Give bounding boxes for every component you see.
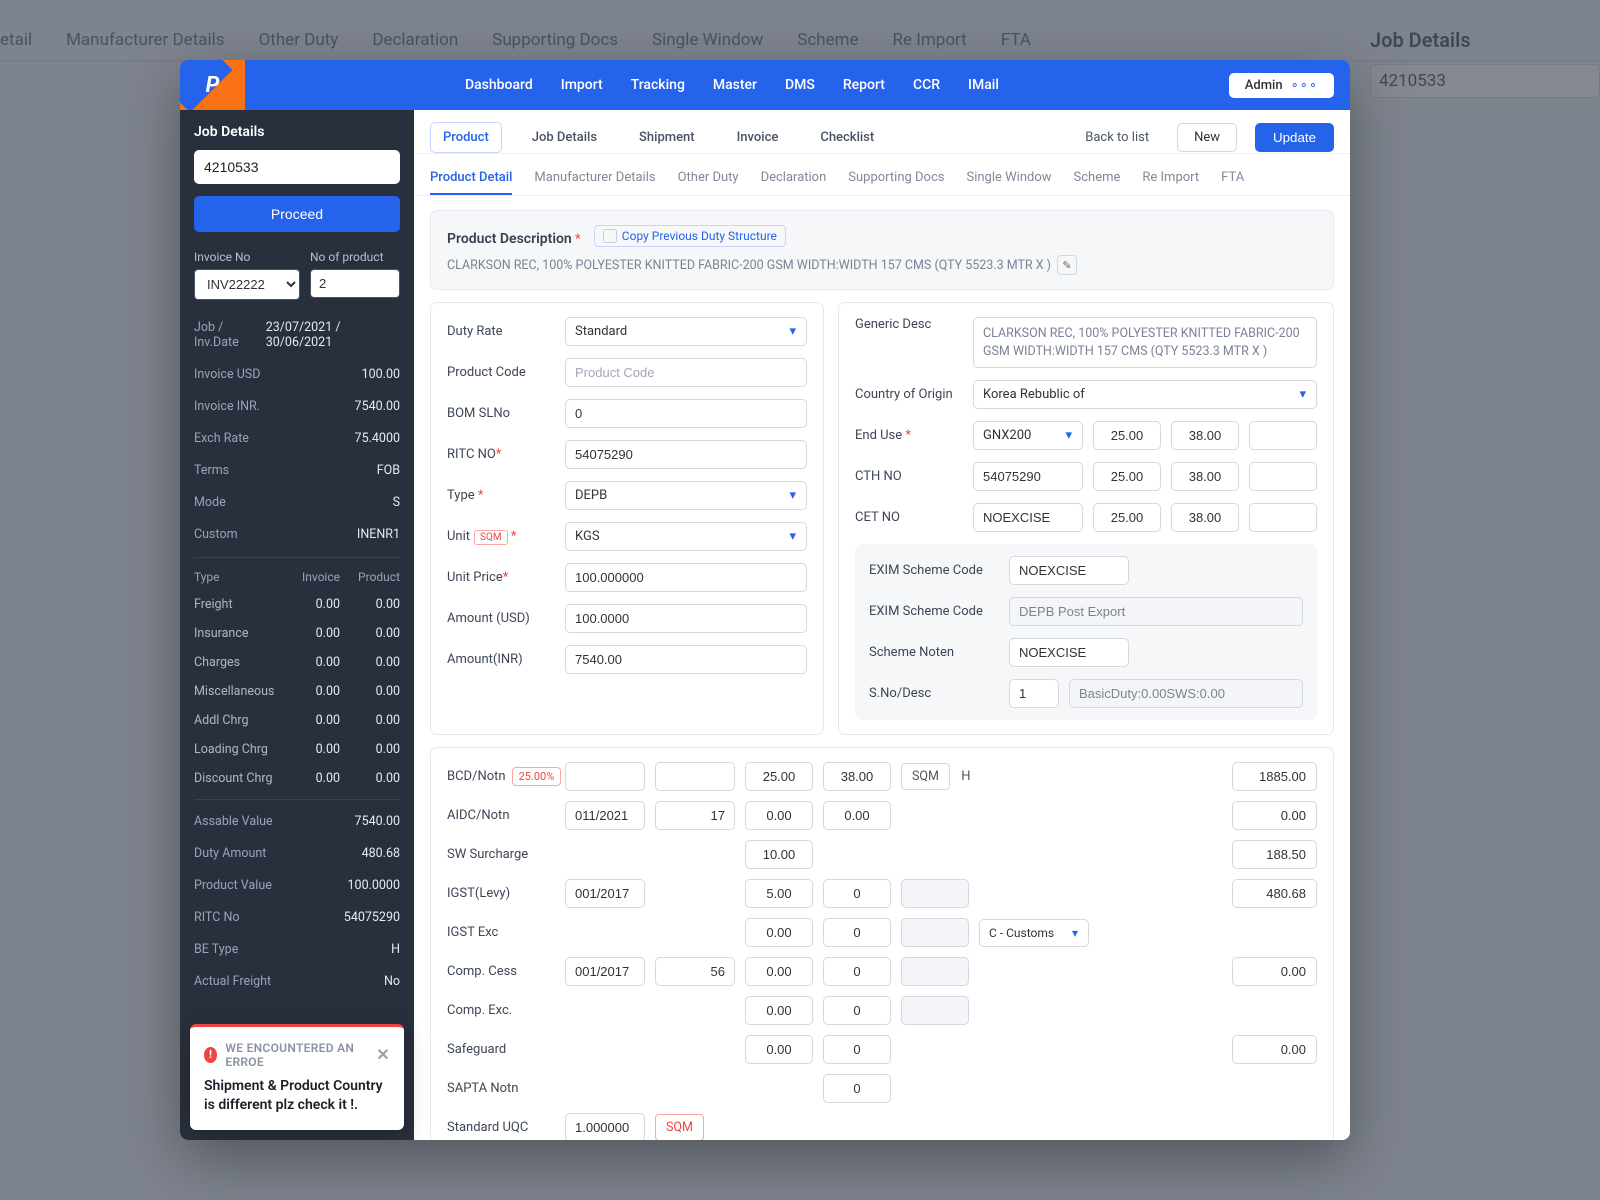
right-form-card: Generic DescCLARKSON REC, 100% POLYESTER…: [838, 302, 1334, 735]
subtab-product-detail[interactable]: Product Detail: [430, 162, 512, 195]
invoice-no-label: Invoice No: [194, 250, 300, 264]
no-product-input[interactable]: [310, 269, 400, 298]
exim-code-2: [1009, 597, 1303, 626]
duty-grid-card: BCD/Notn25.00%SQMHAIDC/NotnSW SurchargeI…: [430, 747, 1334, 1140]
invoice-no-select[interactable]: INV22222: [194, 269, 300, 300]
tab-invoice[interactable]: Invoice: [725, 123, 791, 152]
subtab-other-duty[interactable]: Other Duty: [678, 162, 739, 195]
nav-imail[interactable]: IMail: [968, 77, 999, 93]
toast-close-icon[interactable]: ✕: [376, 1045, 390, 1064]
no-product-label: No of product: [310, 250, 400, 264]
unit-select[interactable]: KGS: [565, 522, 807, 551]
nav-tracking[interactable]: Tracking: [631, 77, 685, 93]
nav-dms[interactable]: DMS: [785, 77, 815, 93]
subtab-re-import[interactable]: Re Import: [1142, 162, 1199, 195]
toast-message: Shipment & Product Country is different …: [204, 1077, 390, 1116]
country-origin-select[interactable]: Korea Rebublic of: [973, 380, 1317, 409]
duty-1-a[interactable]: [565, 801, 645, 830]
main-panel: Product Job Details Shipment Invoice Che…: [414, 110, 1350, 1140]
new-button[interactable]: New: [1177, 123, 1237, 152]
duty-5-a[interactable]: [565, 957, 645, 986]
nav-master[interactable]: Master: [713, 77, 757, 93]
end-use-v2[interactable]: [1171, 421, 1239, 450]
proceed-button[interactable]: Proceed: [194, 196, 400, 232]
duty-0-a[interactable]: [565, 762, 645, 791]
product-description-card: Product Description * Copy Previous Duty…: [430, 210, 1334, 290]
duty-3-total[interactable]: [1232, 879, 1317, 908]
subtab-single-window[interactable]: Single Window: [966, 162, 1051, 195]
edit-description-icon[interactable]: ✎: [1057, 255, 1077, 275]
nav-ccr[interactable]: CCR: [913, 77, 940, 93]
toast-header: WE ENCOUNTERED AN ERROE: [225, 1041, 368, 1069]
end-use-select[interactable]: GNX200: [973, 421, 1083, 450]
end-use-v1[interactable]: [1093, 421, 1161, 450]
duty-rate-select[interactable]: Standard: [565, 317, 807, 346]
generic-desc-textarea[interactable]: CLARKSON REC, 100% POLYESTER KNITTED FAB…: [973, 317, 1317, 368]
tab-product[interactable]: Product: [430, 122, 502, 153]
duty-2-total[interactable]: [1232, 840, 1317, 869]
duty-9-a[interactable]: [565, 1113, 645, 1140]
subtab-fta[interactable]: FTA: [1221, 162, 1244, 195]
nav-import[interactable]: Import: [561, 77, 603, 93]
bom-slno-input[interactable]: [565, 399, 807, 428]
amount-inr-input[interactable]: [565, 645, 807, 674]
job-modal: P Dashboard Import Tracking Master DMS R…: [180, 60, 1350, 1140]
product-description-label: Product Description: [447, 231, 572, 247]
duty-5-total[interactable]: [1232, 957, 1317, 986]
exim-code-1[interactable]: [1009, 556, 1129, 585]
duty-1-total[interactable]: [1232, 801, 1317, 830]
cth-no-input[interactable]: [973, 462, 1083, 491]
tab-checklist[interactable]: Checklist: [808, 123, 886, 152]
subtab-scheme[interactable]: Scheme: [1074, 162, 1121, 195]
left-form-card: Duty RateStandard Product Code BOM SLNo …: [430, 302, 824, 735]
sno-input[interactable]: [1009, 679, 1059, 708]
sno-desc: [1069, 679, 1303, 708]
duty-0-total[interactable]: [1232, 762, 1317, 791]
job-id-input[interactable]: [194, 150, 400, 184]
top-bar: P Dashboard Import Tracking Master DMS R…: [180, 60, 1350, 110]
type-select[interactable]: DEPB: [565, 481, 807, 510]
admin-menu-button[interactable]: Admin∘∘∘: [1229, 73, 1334, 98]
error-icon: !: [204, 1047, 217, 1063]
sidebar-title: Job Details: [194, 124, 400, 140]
app-logo[interactable]: P: [180, 60, 245, 110]
subtab-manufacturer[interactable]: Manufacturer Details: [534, 162, 655, 195]
igst-exc-select[interactable]: C - Customs: [979, 919, 1089, 947]
tab-shipment[interactable]: Shipment: [627, 123, 707, 152]
nav-dashboard[interactable]: Dashboard: [465, 77, 533, 93]
cet-no-input[interactable]: [973, 503, 1083, 532]
scheme-noten-input[interactable]: [1009, 638, 1129, 667]
back-to-list-button[interactable]: Back to list: [1075, 123, 1159, 152]
amount-usd-input[interactable]: [565, 604, 807, 633]
tab-job-details[interactable]: Job Details: [520, 123, 609, 152]
sidebar: Job Details Proceed Invoice No INV22222 …: [180, 110, 414, 1140]
subtab-declaration[interactable]: Declaration: [761, 162, 827, 195]
duty-3-a[interactable]: [565, 879, 645, 908]
subtab-supporting-docs[interactable]: Supporting Docs: [848, 162, 944, 195]
ritc-no-input[interactable]: [565, 440, 807, 469]
error-toast: ! WE ENCOUNTERED AN ERROE ✕ Shipment & Pro…: [190, 1024, 404, 1130]
unit-price-input[interactable]: [565, 563, 807, 592]
nav-report[interactable]: Report: [843, 77, 885, 93]
copy-previous-duty-checkbox[interactable]: Copy Previous Duty Structure: [594, 225, 786, 247]
update-button[interactable]: Update: [1255, 123, 1334, 152]
product-description-text: CLARKSON REC, 100% POLYESTER KNITTED FAB…: [447, 258, 1051, 273]
end-use-v3[interactable]: [1249, 421, 1317, 450]
duty-7-total[interactable]: [1232, 1035, 1317, 1064]
product-code-input[interactable]: [565, 358, 807, 387]
